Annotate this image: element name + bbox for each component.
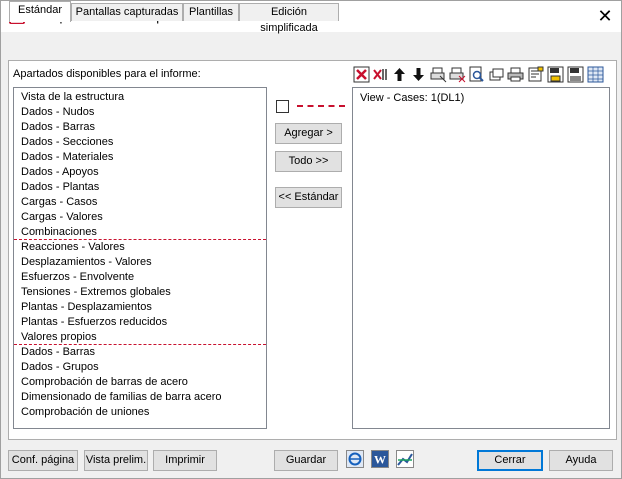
list-item[interactable]: Dados - Materiales	[21, 150, 113, 165]
add-all-button[interactable]: Todo >>	[275, 151, 342, 172]
dialog-window: R Composición de la impresión ✕ Estándar…	[0, 0, 622, 479]
print-preview-button[interactable]: Vista prelim.	[84, 450, 148, 471]
delete-icon[interactable]	[353, 66, 370, 83]
table-icon[interactable]	[587, 66, 604, 83]
list-item[interactable]: Tensiones - Extremos globales	[21, 285, 171, 300]
add-button[interactable]: Agregar >	[275, 123, 342, 144]
template-save-icon[interactable]	[547, 66, 564, 83]
list-item[interactable]: Dados - Plantas	[21, 180, 99, 195]
list-item[interactable]: Plantas - Esfuerzos reducidos	[21, 315, 167, 330]
move-up-icon[interactable]	[391, 66, 408, 83]
chart-export-icon[interactable]	[396, 450, 414, 468]
tab-label: Plantillas	[188, 6, 234, 18]
help-button[interactable]: Ayuda	[549, 450, 613, 471]
svg-text:W: W	[374, 453, 386, 467]
list-item[interactable]: Dados - Apoyos	[21, 165, 99, 180]
delete-all-icon[interactable]	[372, 66, 389, 83]
tab-label: Pantallas capturadas	[75, 6, 179, 18]
tab-estandar[interactable]: Estándar	[9, 1, 71, 22]
list-item[interactable]: Reacciones - Valores	[21, 240, 125, 255]
list-item[interactable]: Dados - Barras	[21, 120, 95, 135]
standard-button[interactable]: << Estándar	[275, 187, 342, 208]
list-item[interactable]: View - Cases: 1(DL1)	[360, 91, 464, 106]
list-item[interactable]: Dados - Secciones	[21, 135, 113, 150]
list-item[interactable]: Valores propios	[21, 330, 97, 345]
list-item[interactable]: Vista de la estructura	[21, 90, 124, 105]
template-load-icon[interactable]	[567, 66, 584, 83]
page-break-checkbox[interactable]	[276, 100, 289, 113]
tab-label: Estándar	[17, 4, 63, 16]
page-setup-button[interactable]: Conf. página	[8, 450, 78, 471]
list-item[interactable]: Combinaciones	[21, 225, 97, 240]
list-item[interactable]: Dados - Barras	[21, 345, 95, 360]
print-group-icon[interactable]	[430, 66, 447, 83]
tab-plantillas[interactable]: Plantillas	[183, 3, 239, 21]
move-down-icon[interactable]	[410, 66, 427, 83]
close-icon[interactable]: ✕	[593, 4, 617, 28]
tab-label: Edición simplificada	[260, 6, 318, 34]
edit-icon[interactable]	[488, 66, 505, 83]
print-delete-icon[interactable]	[449, 66, 466, 83]
list-item[interactable]: Dados - Grupos	[21, 360, 99, 375]
list-item[interactable]: Dimensionado de familias de barra acero	[21, 390, 222, 405]
word-export-icon[interactable]: W	[371, 450, 389, 468]
list-item[interactable]: Cargas - Valores	[21, 210, 103, 225]
report-content-list[interactable]: View - Cases: 1(DL1)	[352, 87, 610, 429]
list-item[interactable]: Cargas - Casos	[21, 195, 97, 210]
tab-pantallas-capturadas[interactable]: Pantallas capturadas	[71, 3, 183, 21]
printer-icon[interactable]	[507, 66, 524, 83]
available-sections-label: Apartados disponibles para el informe:	[13, 68, 201, 80]
save-button[interactable]: Guardar	[274, 450, 338, 471]
browser-export-icon[interactable]	[346, 450, 364, 468]
tab-edicion-simplificada[interactable]: Edición simplificada	[239, 3, 339, 34]
list-item[interactable]: Desplazamientos - Valores	[21, 255, 152, 270]
list-item[interactable]: Esfuerzos - Envolvente	[21, 270, 134, 285]
page-edit-icon[interactable]	[527, 66, 544, 83]
page-break-line	[297, 105, 345, 107]
close-button[interactable]: Cerrar	[477, 450, 543, 471]
print-button[interactable]: Imprimir	[153, 450, 217, 471]
list-item[interactable]: Plantas - Desplazamientos	[21, 300, 152, 315]
list-item[interactable]: Dados - Nudos	[21, 105, 94, 120]
list-item[interactable]: Comprobación de barras de acero	[21, 375, 188, 390]
preview-icon[interactable]	[468, 66, 485, 83]
list-item[interactable]: Comprobación de uniones	[21, 405, 149, 420]
available-sections-list[interactable]: Vista de la estructura Dados - Nudos Dad…	[13, 87, 267, 429]
